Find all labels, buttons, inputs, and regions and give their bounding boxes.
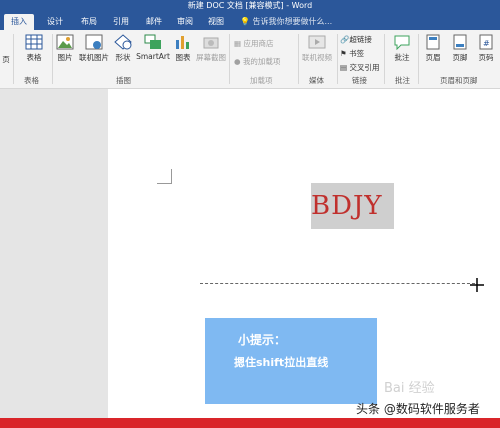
bookmark-button[interactable]: ⚑ 书签 [340, 48, 364, 59]
crosshair-cursor-icon [470, 278, 484, 292]
table-button[interactable]: 表格 [20, 34, 48, 63]
screenshot-label: 屏幕截图 [196, 53, 226, 62]
smartart-button[interactable]: SmartArt [136, 34, 170, 61]
tab-design[interactable]: 设计 [42, 14, 68, 30]
page-number-label: 页码 [478, 53, 494, 62]
shapes-icon [114, 34, 132, 50]
group-label-illustrations: 插图 [116, 76, 131, 85]
my-addins-button[interactable]: ● 我的加载项 [234, 56, 280, 67]
store-icon: ▦ [234, 39, 242, 48]
chart-icon [176, 36, 189, 49]
tab-view[interactable]: 视图 [203, 14, 229, 30]
group-label-tables: 表格 [24, 76, 39, 85]
comment-icon [394, 35, 410, 50]
margin-corner-mark [157, 169, 172, 184]
app-store-button[interactable]: ▦ 应用商店 [234, 38, 273, 49]
page-number-button[interactable]: # 页码 [474, 34, 498, 63]
smartart-label: SmartArt [136, 52, 170, 61]
new-comment-button[interactable]: 批注 [388, 34, 416, 63]
footer-icon [453, 34, 467, 50]
link-icon: 🔗 [340, 35, 350, 44]
online-video-button[interactable]: 联机视频 [300, 34, 334, 63]
group-label-media: 媒体 [309, 76, 324, 85]
bookmark-label: 书签 [349, 49, 365, 58]
group-label-comments: 批注 [395, 76, 410, 85]
divider [384, 34, 385, 84]
group-label-header-footer: 页眉和页脚 [440, 76, 478, 85]
group-label-addins: 加载项 [250, 76, 273, 85]
ribbon-insert: 页 表格 表格 图片 联机图片 形状 SmartArt 图表 屏幕截图 插图 ▦… [0, 30, 500, 89]
chart-button[interactable]: 图表 [173, 34, 193, 63]
document-text-bdjy[interactable]: BDJY [311, 191, 391, 221]
footer-button[interactable]: 页脚 [448, 34, 472, 63]
hyperlink-button[interactable]: 🔗超链接 [340, 34, 372, 45]
divider [229, 34, 230, 84]
online-picture-icon [85, 34, 103, 50]
addins-icon: ● [234, 57, 241, 66]
bookmark-icon: ⚑ [340, 49, 347, 58]
table-label: 表格 [26, 53, 42, 62]
shapes-button[interactable]: 形状 [113, 34, 133, 63]
tip-text: 摁住shift拉出直线 [234, 356, 329, 369]
video-icon [308, 35, 326, 49]
tell-me-box[interactable]: 💡 告诉我你想要做什么... [240, 15, 332, 29]
online-picture-button[interactable]: 联机图片 [77, 34, 111, 63]
tab-references[interactable]: 引用 [108, 14, 134, 30]
watermark: Bai 经验 [384, 381, 435, 396]
header-button[interactable]: 页眉 [421, 34, 445, 63]
lightbulb-icon: 💡 [240, 17, 250, 26]
smartart-icon [144, 34, 161, 49]
header-label: 页眉 [425, 53, 441, 62]
footer-label: 页脚 [452, 53, 468, 62]
title-bar: 新建 DOC 文档 [兼容模式] - Word [0, 0, 500, 14]
shapes-label: 形状 [115, 53, 131, 62]
cross-reference-button[interactable]: ▤ 交叉引用 [340, 62, 379, 73]
dotted-line-shape[interactable] [200, 283, 475, 284]
picture-button[interactable]: 图片 [55, 34, 75, 63]
page-button-partial[interactable]: 页 [0, 54, 12, 65]
cross-ref-label: 交叉引用 [349, 63, 380, 72]
screenshot-button[interactable]: 屏幕截图 [196, 34, 226, 63]
divider [298, 34, 299, 84]
bottom-red-bar [0, 418, 500, 428]
divider [337, 34, 338, 84]
window-title: 新建 DOC 文档 [兼容模式] - Word [187, 1, 313, 10]
tab-review[interactable]: 审阅 [172, 14, 198, 30]
tip-title: 小提示： [238, 333, 287, 347]
camera-icon [203, 37, 219, 49]
cross-ref-icon: ▤ [340, 63, 348, 72]
divider [13, 34, 14, 84]
page-number-icon: # [479, 34, 493, 50]
picture-label: 图片 [57, 53, 73, 62]
tab-insert[interactable]: 插入 [4, 14, 34, 30]
my-addins-label: 我的加载项 [242, 57, 281, 66]
svg-text:#: # [483, 39, 490, 48]
divider [418, 34, 419, 84]
group-label-links: 链接 [352, 76, 367, 85]
picture-icon [56, 34, 74, 50]
workspace-left-margin [0, 89, 108, 428]
tell-me-text: 告诉我你想要做什么... [252, 17, 333, 26]
chart-label: 图表 [175, 53, 191, 62]
online-picture-label: 联机图片 [79, 53, 109, 62]
header-icon [426, 34, 440, 50]
comment-label: 批注 [394, 53, 410, 62]
ribbon-tab-bar: 插入 设计 布局 引用 邮件 审阅 视图 💡 告诉我你想要做什么... [0, 14, 500, 30]
online-video-label: 联机视频 [302, 53, 332, 62]
app-store-label: 应用商店 [243, 39, 274, 48]
credit-text: 头条 @数码软件服务者 [356, 402, 480, 416]
hyperlink-label: 超链接 [349, 35, 372, 44]
table-icon [25, 34, 43, 50]
tab-layout[interactable]: 布局 [76, 14, 102, 30]
tab-mailings[interactable]: 邮件 [141, 14, 167, 30]
divider [52, 34, 53, 84]
